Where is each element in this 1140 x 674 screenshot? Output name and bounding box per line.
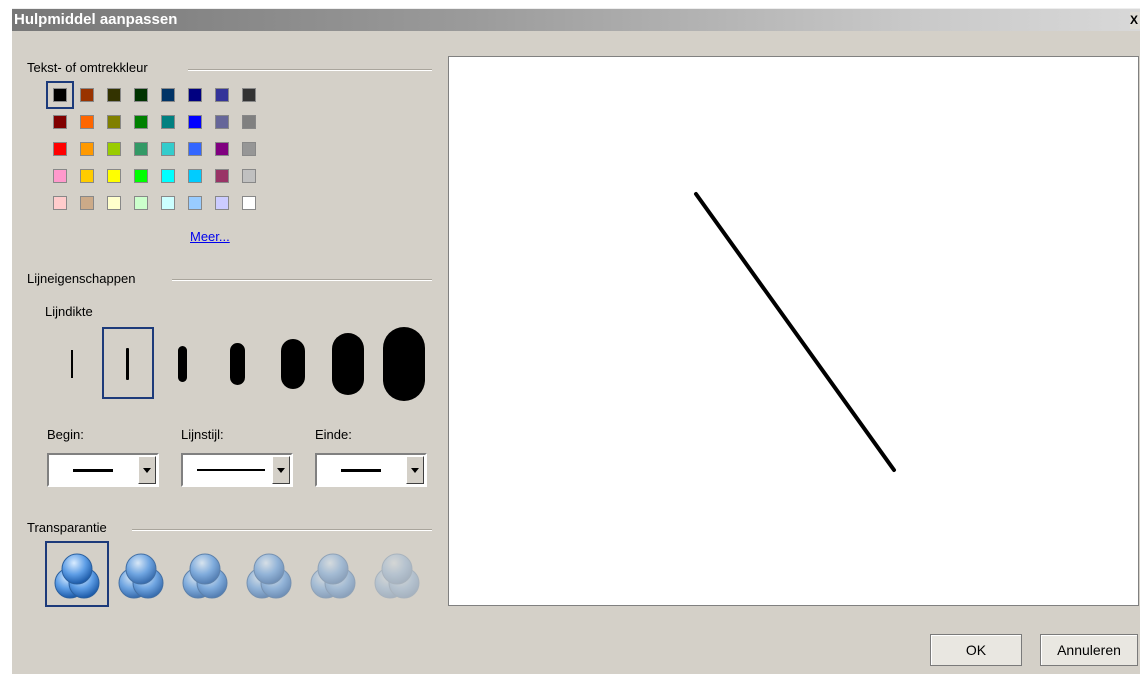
color-swatch[interactable] bbox=[134, 115, 148, 129]
color-swatch[interactable] bbox=[134, 196, 148, 210]
color-swatch[interactable] bbox=[161, 196, 175, 210]
color-swatch[interactable] bbox=[188, 88, 202, 102]
color-swatch[interactable] bbox=[188, 196, 202, 210]
color-swatch[interactable] bbox=[53, 196, 67, 210]
transparency-option-4-icon[interactable] bbox=[240, 547, 298, 605]
color-swatch[interactable] bbox=[161, 142, 175, 156]
transparency-option-2-icon[interactable] bbox=[112, 547, 170, 605]
color-section-label: Tekst- of omtrekkleur bbox=[27, 60, 153, 75]
thickness-option-3[interactable] bbox=[178, 346, 187, 382]
color-swatch[interactable] bbox=[80, 142, 94, 156]
preview-line bbox=[694, 192, 896, 472]
color-swatch[interactable] bbox=[188, 169, 202, 183]
color-swatch[interactable] bbox=[161, 169, 175, 183]
ok-button[interactable]: OK bbox=[930, 634, 1022, 666]
line-style-label: Lijnstijl: bbox=[181, 427, 224, 442]
thickness-option-1[interactable] bbox=[71, 350, 73, 378]
title-bar: Hulpmiddel aanpassen X bbox=[12, 9, 1140, 31]
color-swatch[interactable] bbox=[215, 142, 229, 156]
end-line-sample bbox=[341, 469, 381, 472]
color-swatch[interactable] bbox=[188, 115, 202, 129]
color-swatch[interactable] bbox=[215, 169, 229, 183]
thickness-option-6[interactable] bbox=[332, 333, 364, 395]
color-swatch[interactable] bbox=[215, 88, 229, 102]
color-swatch[interactable] bbox=[107, 88, 121, 102]
thickness-option-2[interactable] bbox=[126, 348, 129, 380]
color-swatch[interactable] bbox=[134, 88, 148, 102]
line-style-select[interactable] bbox=[181, 453, 293, 487]
color-swatch[interactable] bbox=[53, 115, 67, 129]
color-swatch[interactable] bbox=[80, 115, 94, 129]
color-swatch[interactable] bbox=[188, 142, 202, 156]
begin-label: Begin: bbox=[47, 427, 84, 442]
color-swatch[interactable] bbox=[242, 115, 256, 129]
color-swatch[interactable] bbox=[242, 88, 256, 102]
color-swatch[interactable] bbox=[242, 169, 256, 183]
begin-dropdown-button[interactable] bbox=[138, 456, 156, 484]
line-section-divider bbox=[172, 279, 432, 281]
close-icon[interactable]: X bbox=[1130, 12, 1140, 29]
color-swatch[interactable] bbox=[242, 196, 256, 210]
color-swatch[interactable] bbox=[161, 115, 175, 129]
line-style-dropdown-button[interactable] bbox=[272, 456, 290, 484]
line-thickness-label: Lijndikte bbox=[45, 304, 93, 319]
color-swatch[interactable] bbox=[107, 115, 121, 129]
color-swatch[interactable] bbox=[53, 142, 67, 156]
color-swatch[interactable] bbox=[215, 196, 229, 210]
color-section-divider bbox=[188, 69, 432, 71]
cancel-button[interactable]: Annuleren bbox=[1040, 634, 1138, 666]
color-swatch[interactable] bbox=[80, 88, 94, 102]
customize-tool-dialog: Hulpmiddel aanpassen X Tekst- of omtrekk… bbox=[12, 8, 1140, 674]
transparency-option-3-icon[interactable] bbox=[176, 547, 234, 605]
color-swatch[interactable] bbox=[107, 142, 121, 156]
color-swatch[interactable] bbox=[80, 169, 94, 183]
color-swatch[interactable] bbox=[242, 142, 256, 156]
transparency-option-5-icon[interactable] bbox=[304, 547, 362, 605]
end-arrow-select[interactable] bbox=[315, 453, 427, 487]
transparency-section-divider bbox=[132, 529, 432, 531]
end-dropdown-button[interactable] bbox=[406, 456, 424, 484]
transparency-option-1-icon[interactable] bbox=[48, 547, 106, 605]
color-swatch[interactable] bbox=[134, 169, 148, 183]
more-colors-link[interactable]: Meer... bbox=[190, 229, 230, 244]
color-swatch[interactable] bbox=[134, 142, 148, 156]
begin-arrow-select[interactable] bbox=[47, 453, 159, 487]
begin-line-sample bbox=[73, 469, 113, 472]
preview-area bbox=[448, 56, 1139, 606]
preview-line-svg bbox=[694, 192, 896, 472]
thickness-option-4[interactable] bbox=[230, 343, 245, 385]
color-swatch[interactable] bbox=[215, 115, 229, 129]
line-style-sample bbox=[197, 469, 265, 471]
transparency-option-6-icon[interactable] bbox=[368, 547, 426, 605]
thickness-option-5[interactable] bbox=[281, 339, 305, 389]
thickness-option-7[interactable] bbox=[383, 327, 425, 401]
color-swatch[interactable] bbox=[80, 196, 94, 210]
line-section-label: Lijneigenschappen bbox=[27, 271, 141, 286]
color-swatch[interactable] bbox=[161, 88, 175, 102]
end-label: Einde: bbox=[315, 427, 352, 442]
color-swatch[interactable] bbox=[53, 169, 67, 183]
color-swatch[interactable] bbox=[107, 196, 121, 210]
dialog-title: Hulpmiddel aanpassen bbox=[14, 11, 178, 28]
transparency-section-label: Transparantie bbox=[27, 520, 112, 535]
color-swatch[interactable] bbox=[53, 88, 67, 102]
color-swatch[interactable] bbox=[107, 169, 121, 183]
